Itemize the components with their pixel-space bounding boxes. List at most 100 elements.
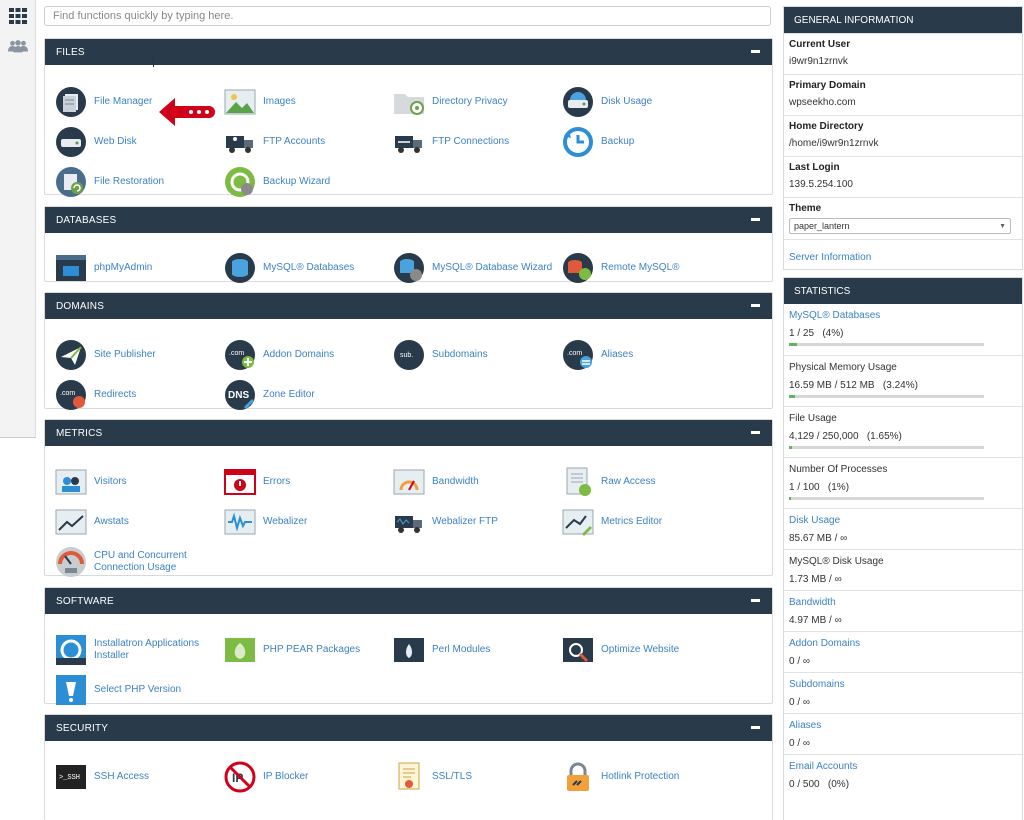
optimize-website-link[interactable]: Optimize Website: [562, 633, 679, 667]
stat-link[interactable]: MySQL® Databases: [789, 310, 1017, 321]
item-label: Aliases: [601, 349, 634, 360]
stat-row: Addon Domains 0 / ∞: [784, 631, 1022, 672]
remote-mysql-link[interactable]: Remote MySQL®: [562, 251, 680, 285]
ftp-accounts-link[interactable]: FTP Accounts: [224, 125, 325, 159]
backup-wizard-link[interactable]: Backup Wizard: [224, 165, 330, 199]
file-restoration-link[interactable]: File Restoration: [55, 165, 164, 199]
hotlink-protection-link[interactable]: Hotlink Protection: [562, 760, 679, 794]
stat-link[interactable]: Subdomains: [789, 679, 1017, 690]
select-php-link[interactable]: Select PHP Version: [55, 673, 181, 707]
files-panel: FILES File Manager Images Directory Priv…: [44, 38, 773, 197]
item-label: Bandwidth: [432, 476, 479, 487]
stat-value: 0 / ∞: [789, 738, 811, 749]
left-rail: [0, 0, 36, 438]
web-disk-link[interactable]: Web Disk: [55, 125, 137, 159]
panel-header[interactable]: SOFTWARE: [45, 588, 772, 614]
installatron-link[interactable]: Installatron Applications Installer: [55, 633, 199, 667]
raw-access-link[interactable]: Raw Access: [562, 465, 655, 499]
panel-header[interactable]: FILES: [45, 39, 772, 65]
errors-icon: [224, 466, 256, 498]
ssl-tls-link[interactable]: SSL/TLS: [393, 760, 472, 794]
stat-link[interactable]: Bandwidth: [789, 597, 1017, 608]
stat-value: 4,129 / 250,000 (1.65%): [789, 431, 902, 442]
cpu-usage-link[interactable]: CPU and Concurrent Connection Usage: [55, 545, 187, 579]
theme-select[interactable]: paper_lantern ▼: [789, 218, 1011, 234]
stat-row: Subdomains 0 / ∞: [784, 672, 1022, 713]
software-panel: SOFTWARE Installatron Applications Insta…: [44, 587, 773, 707]
cpu-usage-icon: [55, 546, 87, 578]
ssh-access-icon: >_SSH: [55, 761, 87, 793]
stat-link[interactable]: Disk Usage: [789, 515, 1017, 526]
stat-label: MySQL® Disk Usage: [789, 556, 884, 567]
mysql-wizard-link[interactable]: MySQL® Database Wizard: [393, 251, 552, 285]
panel-header[interactable]: DATABASES: [45, 207, 772, 233]
php-pear-link[interactable]: PHP PEAR Packages: [224, 633, 360, 667]
item-label: Subdomains: [432, 349, 488, 360]
collapse-icon[interactable]: [751, 726, 760, 729]
perl-modules-link[interactable]: Perl Modules: [393, 633, 490, 667]
site-publisher-link[interactable]: Site Publisher: [55, 338, 156, 372]
ssh-access-link[interactable]: >_SSH SSH Access: [55, 760, 149, 794]
addon-domains-link[interactable]: .com Addon Domains: [224, 338, 334, 372]
usage-progress-fill: [789, 446, 793, 449]
item-label: IP Blocker: [263, 771, 309, 782]
metrics-panel: METRICS Visitors Errors Bandwidth Raw Ac…: [44, 419, 773, 579]
stat-row: MySQL® Disk Usage 1.73 MB / ∞: [784, 549, 1022, 590]
stat-link[interactable]: Email Accounts: [789, 761, 1017, 772]
item-label: SSL/TLS: [432, 771, 473, 782]
collapse-icon[interactable]: [751, 304, 760, 307]
subdomains-link[interactable]: sub. Subdomains: [393, 338, 488, 372]
item-label: Remote MySQL®: [601, 262, 680, 273]
panel-header[interactable]: DOMAINS: [45, 293, 772, 319]
panel-title: SECURITY: [56, 722, 109, 734]
search-input[interactable]: [44, 6, 771, 26]
stat-row: File Usage 4,129 / 250,000 (1.65%): [784, 406, 1022, 457]
images-link[interactable]: Images: [224, 85, 296, 119]
metrics-editor-link[interactable]: Metrics Editor: [562, 505, 662, 539]
stat-link[interactable]: Aliases: [789, 720, 1017, 731]
item-label: Site Publisher: [94, 349, 156, 360]
ftp-connections-link[interactable]: FTP Connections: [393, 125, 509, 159]
zone-editor-link[interactable]: DNS Zone Editor: [224, 378, 315, 412]
users-icon[interactable]: [8, 36, 28, 56]
item-label: FTP Connections: [432, 136, 510, 147]
server-information-link[interactable]: Server Information: [789, 252, 871, 263]
visitors-link[interactable]: Visitors: [55, 465, 127, 499]
stat-link[interactable]: Addon Domains: [789, 638, 1017, 649]
collapse-icon[interactable]: [751, 599, 760, 602]
grid-icon[interactable]: [8, 6, 28, 26]
collapse-icon[interactable]: [751, 218, 760, 221]
collapse-icon[interactable]: [751, 50, 760, 53]
panel-header[interactable]: SECURITY: [45, 715, 772, 741]
stat-value: 16.59 MB / 512 MB (3.24%): [789, 380, 918, 391]
panel-header[interactable]: METRICS: [45, 420, 772, 446]
disk-usage-link[interactable]: Disk Usage: [562, 85, 652, 119]
backup-link[interactable]: Backup: [562, 125, 634, 159]
aliases-link[interactable]: .com Aliases: [562, 338, 633, 372]
item-label: Installatron Applications Installer: [94, 638, 200, 661]
last-login-row: Last Login 139.5.254.100: [784, 156, 1022, 197]
ip-blocker-link[interactable]: IP IP Blocker: [224, 760, 308, 794]
svg-text:.com: .com: [229, 350, 244, 357]
item-label: Webalizer: [263, 516, 308, 527]
mysql-databases-icon: [224, 252, 256, 284]
mysql-databases-link[interactable]: MySQL® Databases: [224, 251, 354, 285]
awstats-link[interactable]: Awstats: [55, 505, 129, 539]
collapse-icon[interactable]: [751, 431, 760, 434]
file-manager-link[interactable]: File Manager: [55, 85, 152, 119]
phpmyadmin-link[interactable]: phpMyAdmin: [55, 251, 152, 285]
errors-link[interactable]: Errors: [224, 465, 290, 499]
item-label: Perl Modules: [432, 644, 491, 655]
webalizer-ftp-link[interactable]: Webalizer FTP: [393, 505, 498, 539]
bandwidth-link[interactable]: Bandwidth: [393, 465, 479, 499]
info-label: Current User: [789, 39, 851, 50]
addon-domains-icon: .com: [224, 339, 256, 371]
svg-text:sub.: sub.: [400, 352, 413, 359]
security-panel: SECURITY >_SSH SSH Access IP IP Blocker …: [44, 714, 773, 820]
redirects-link[interactable]: .com Redirects: [55, 378, 136, 412]
directory-privacy-link[interactable]: Directory Privacy: [393, 85, 508, 119]
webalizer-link[interactable]: Webalizer: [224, 505, 307, 539]
item-label: Directory Privacy: [432, 96, 508, 107]
stat-row: Disk Usage 85.67 MB / ∞: [784, 508, 1022, 549]
stat-row: Number Of Processes 1 / 100 (1%): [784, 457, 1022, 508]
